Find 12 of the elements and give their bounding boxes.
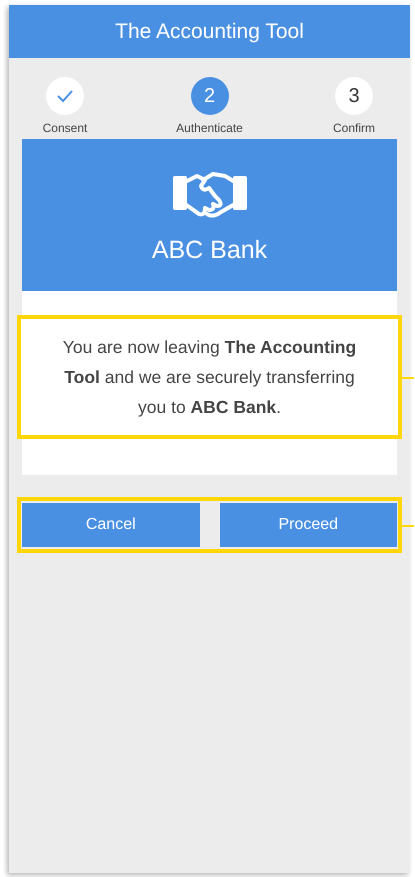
step-circle: 2 [190, 77, 228, 115]
check-icon [56, 89, 74, 103]
bank-name: ABC Bank [152, 236, 268, 265]
app-title: The Accounting Tool [115, 20, 304, 44]
step-label: Authenticate [176, 121, 243, 135]
transfer-message: You are now leaving The Accounting Tool and we are securely transferring you to ABC Bank. [62, 336, 358, 419]
step-label: Confirm [332, 121, 375, 135]
step-label: Consent [42, 121, 88, 135]
step-circle: 3 [335, 77, 373, 115]
action-button[interactable]: Proceed [220, 503, 397, 547]
action-button[interactable]: Cancel [22, 503, 200, 547]
handshake-icon [172, 170, 246, 220]
